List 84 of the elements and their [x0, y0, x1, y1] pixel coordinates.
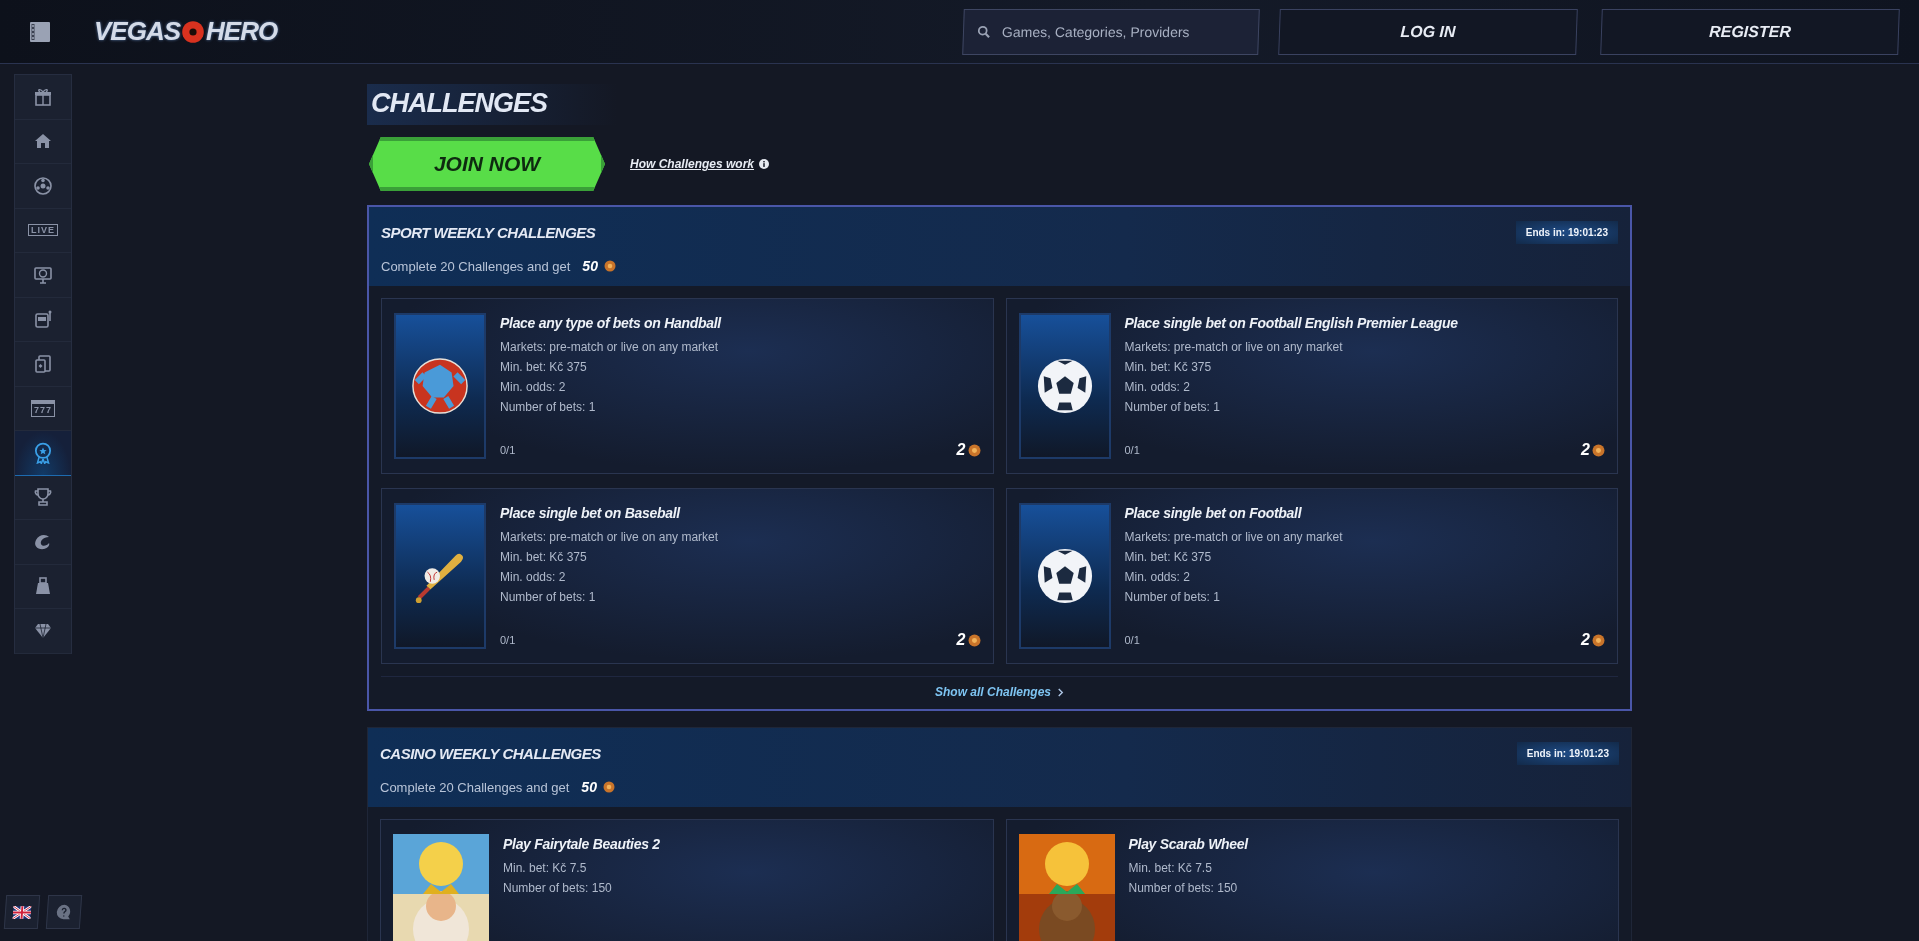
challenge-detail: Markets: pre-match or live on any market	[1124, 340, 1344, 354]
reward-amount: 2	[956, 441, 966, 459]
ball-icon	[33, 175, 53, 196]
donut-icon	[181, 19, 206, 44]
challenge-card[interactable]: Play Fairytale Beauties 2 Min. bet: Kč 7.5 Number of bets: 150	[380, 819, 994, 941]
challenge-detail: Markets: pre-match or live on any market	[1124, 530, 1344, 544]
challenge-detail: Min. odds: 2	[500, 570, 567, 584]
sidebar-item[interactable]	[15, 431, 71, 476]
reward-amount: 50	[582, 258, 598, 274]
coin-icon	[1592, 633, 1605, 647]
challenge-card[interactable]: Play Scarab Wheel Min. bet: Kč 7.5 Number of bets: 150	[1005, 819, 1619, 941]
join-now-button[interactable]: JOIN NOW	[369, 137, 605, 191]
challenge-card[interactable]: Place single bet on Baseball Markets: pre-match or live on any market Min. bet: Kč 375 Min. odds: 2 Number of bets: 1 0/1 2	[381, 488, 994, 664]
challenge-card[interactable]: Place single bet on Football Markets: pre-match or live on any market Min. bet: Kč 375 Min. odds: 2 Number of bets: 1 0/1 2	[1005, 488, 1618, 664]
cards-icon	[33, 353, 53, 374]
medal-icon	[32, 441, 54, 464]
logo-text[interactable]: HERO	[206, 16, 278, 47]
coin-icon	[603, 260, 616, 272]
challenge-detail: Number of bets: 1	[1124, 400, 1221, 414]
challenge-detail: Min. bet: Kč 7.5	[503, 861, 588, 875]
trophy-icon	[33, 487, 53, 508]
help-button[interactable]	[45, 895, 83, 929]
live-icon: LIVE	[28, 224, 58, 237]
chevron-right-icon	[1057, 687, 1064, 697]
slot-machine-icon	[33, 309, 53, 330]
challenge-detail: Number of bets: 150	[503, 881, 613, 895]
challenge-detail: Min. bet: Kč 375	[500, 550, 588, 564]
coin-icon	[967, 443, 981, 457]
section-subtitle: Complete 20 Challenges and get	[380, 779, 570, 795]
ends-in-badge: Ends in: 19:01:23	[1515, 221, 1618, 244]
section-title: SPORT WEEKLY CHALLENGES	[381, 224, 596, 241]
challenge-title: Place single bet on Football English Premier League	[1124, 315, 1459, 331]
menu-icon[interactable]	[28, 19, 52, 44]
ends-in-badge: Ends in: 19:01:23	[1516, 742, 1619, 765]
logo-text[interactable]: VEGAS	[94, 16, 181, 47]
reward-amount: 2	[1581, 631, 1590, 649]
challenge-title: Place single bet on Football	[1124, 505, 1303, 521]
challenge-detail: Min. odds: 2	[500, 380, 567, 394]
reward-amount: 2	[956, 631, 966, 649]
challenge-detail: Min. bet: Kč 375	[1124, 360, 1213, 374]
challenge-card[interactable]: Place any type of bets on Handball Markets: pre-match or live on any market Min. bet: Kč 375 Min. odds: 2 Number of bets: 1 0/1 2	[381, 298, 994, 474]
challenge-detail: Markets: pre-match or live on any market	[500, 530, 720, 544]
reward-amount: 2	[1581, 441, 1590, 459]
jackpot-icon: 777	[31, 399, 55, 417]
progress-count: 0/1	[500, 444, 516, 456]
challenge-title: Play Fairytale Beauties 2	[503, 836, 661, 852]
uk-flag-icon	[12, 905, 32, 919]
challenge-detail: Min. bet: Kč 375	[500, 360, 588, 374]
coin-icon	[967, 633, 981, 647]
challenge-detail: Min. bet: Kč 7.5	[1128, 861, 1213, 875]
how-challenges-link[interactable]: How Challenges work	[630, 157, 755, 171]
info-icon	[759, 159, 770, 169]
challenge-detail: Min. odds: 2	[1124, 570, 1191, 584]
bag-icon	[33, 576, 53, 597]
register-button[interactable]: REGISTER	[1600, 8, 1900, 55]
section-title: CASINO WEEKLY CHALLENGES	[380, 745, 601, 762]
coin-icon	[1592, 443, 1605, 457]
progress-count: 0/1	[1124, 444, 1140, 456]
challenge-detail: Number of bets: 150	[1128, 881, 1239, 895]
language-button[interactable]	[3, 895, 41, 929]
show-all-link[interactable]: Show all Challenges	[935, 685, 1051, 699]
challenge-detail: Min. odds: 2	[1124, 380, 1191, 394]
challenge-detail: Markets: pre-match or live on any market	[500, 340, 720, 354]
challenge-title: Place any type of bets on Handball	[500, 315, 723, 331]
challenge-card[interactable]: Place single bet on Football English Premier League Markets: pre-match or live on any market Min. bet: Kč 375 Min. odds: 2 Number of bets: 1 0/1 2	[1005, 298, 1618, 474]
progress-count: 0/1	[500, 634, 516, 646]
login-button[interactable]: LOG IN	[1278, 8, 1578, 55]
challenge-title: Play Scarab Wheel	[1128, 836, 1250, 852]
gift-icon	[33, 86, 53, 107]
progress-count: 0/1	[1124, 634, 1140, 646]
challenge-detail: Number of bets: 1	[500, 400, 597, 414]
challenge-detail: Number of bets: 1	[500, 590, 597, 604]
challenge-detail: Number of bets: 1	[1124, 590, 1221, 604]
reward-amount: 50	[581, 779, 597, 795]
section-subtitle: Complete 20 Challenges and get	[381, 258, 571, 274]
search-field[interactable]: Games, Categories, Providers	[962, 8, 1260, 55]
challenge-title: Place single bet on Baseball	[500, 505, 682, 521]
sidebar-item[interactable]: LIVE	[15, 208, 71, 253]
coin-icon	[602, 781, 615, 793]
monitor-icon	[33, 264, 53, 285]
soccer-ball-icon	[1035, 547, 1094, 605]
handball-icon	[411, 357, 469, 415]
soccer-ball-icon	[1035, 357, 1094, 415]
challenge-detail: Min. bet: Kč 375	[1124, 550, 1213, 564]
